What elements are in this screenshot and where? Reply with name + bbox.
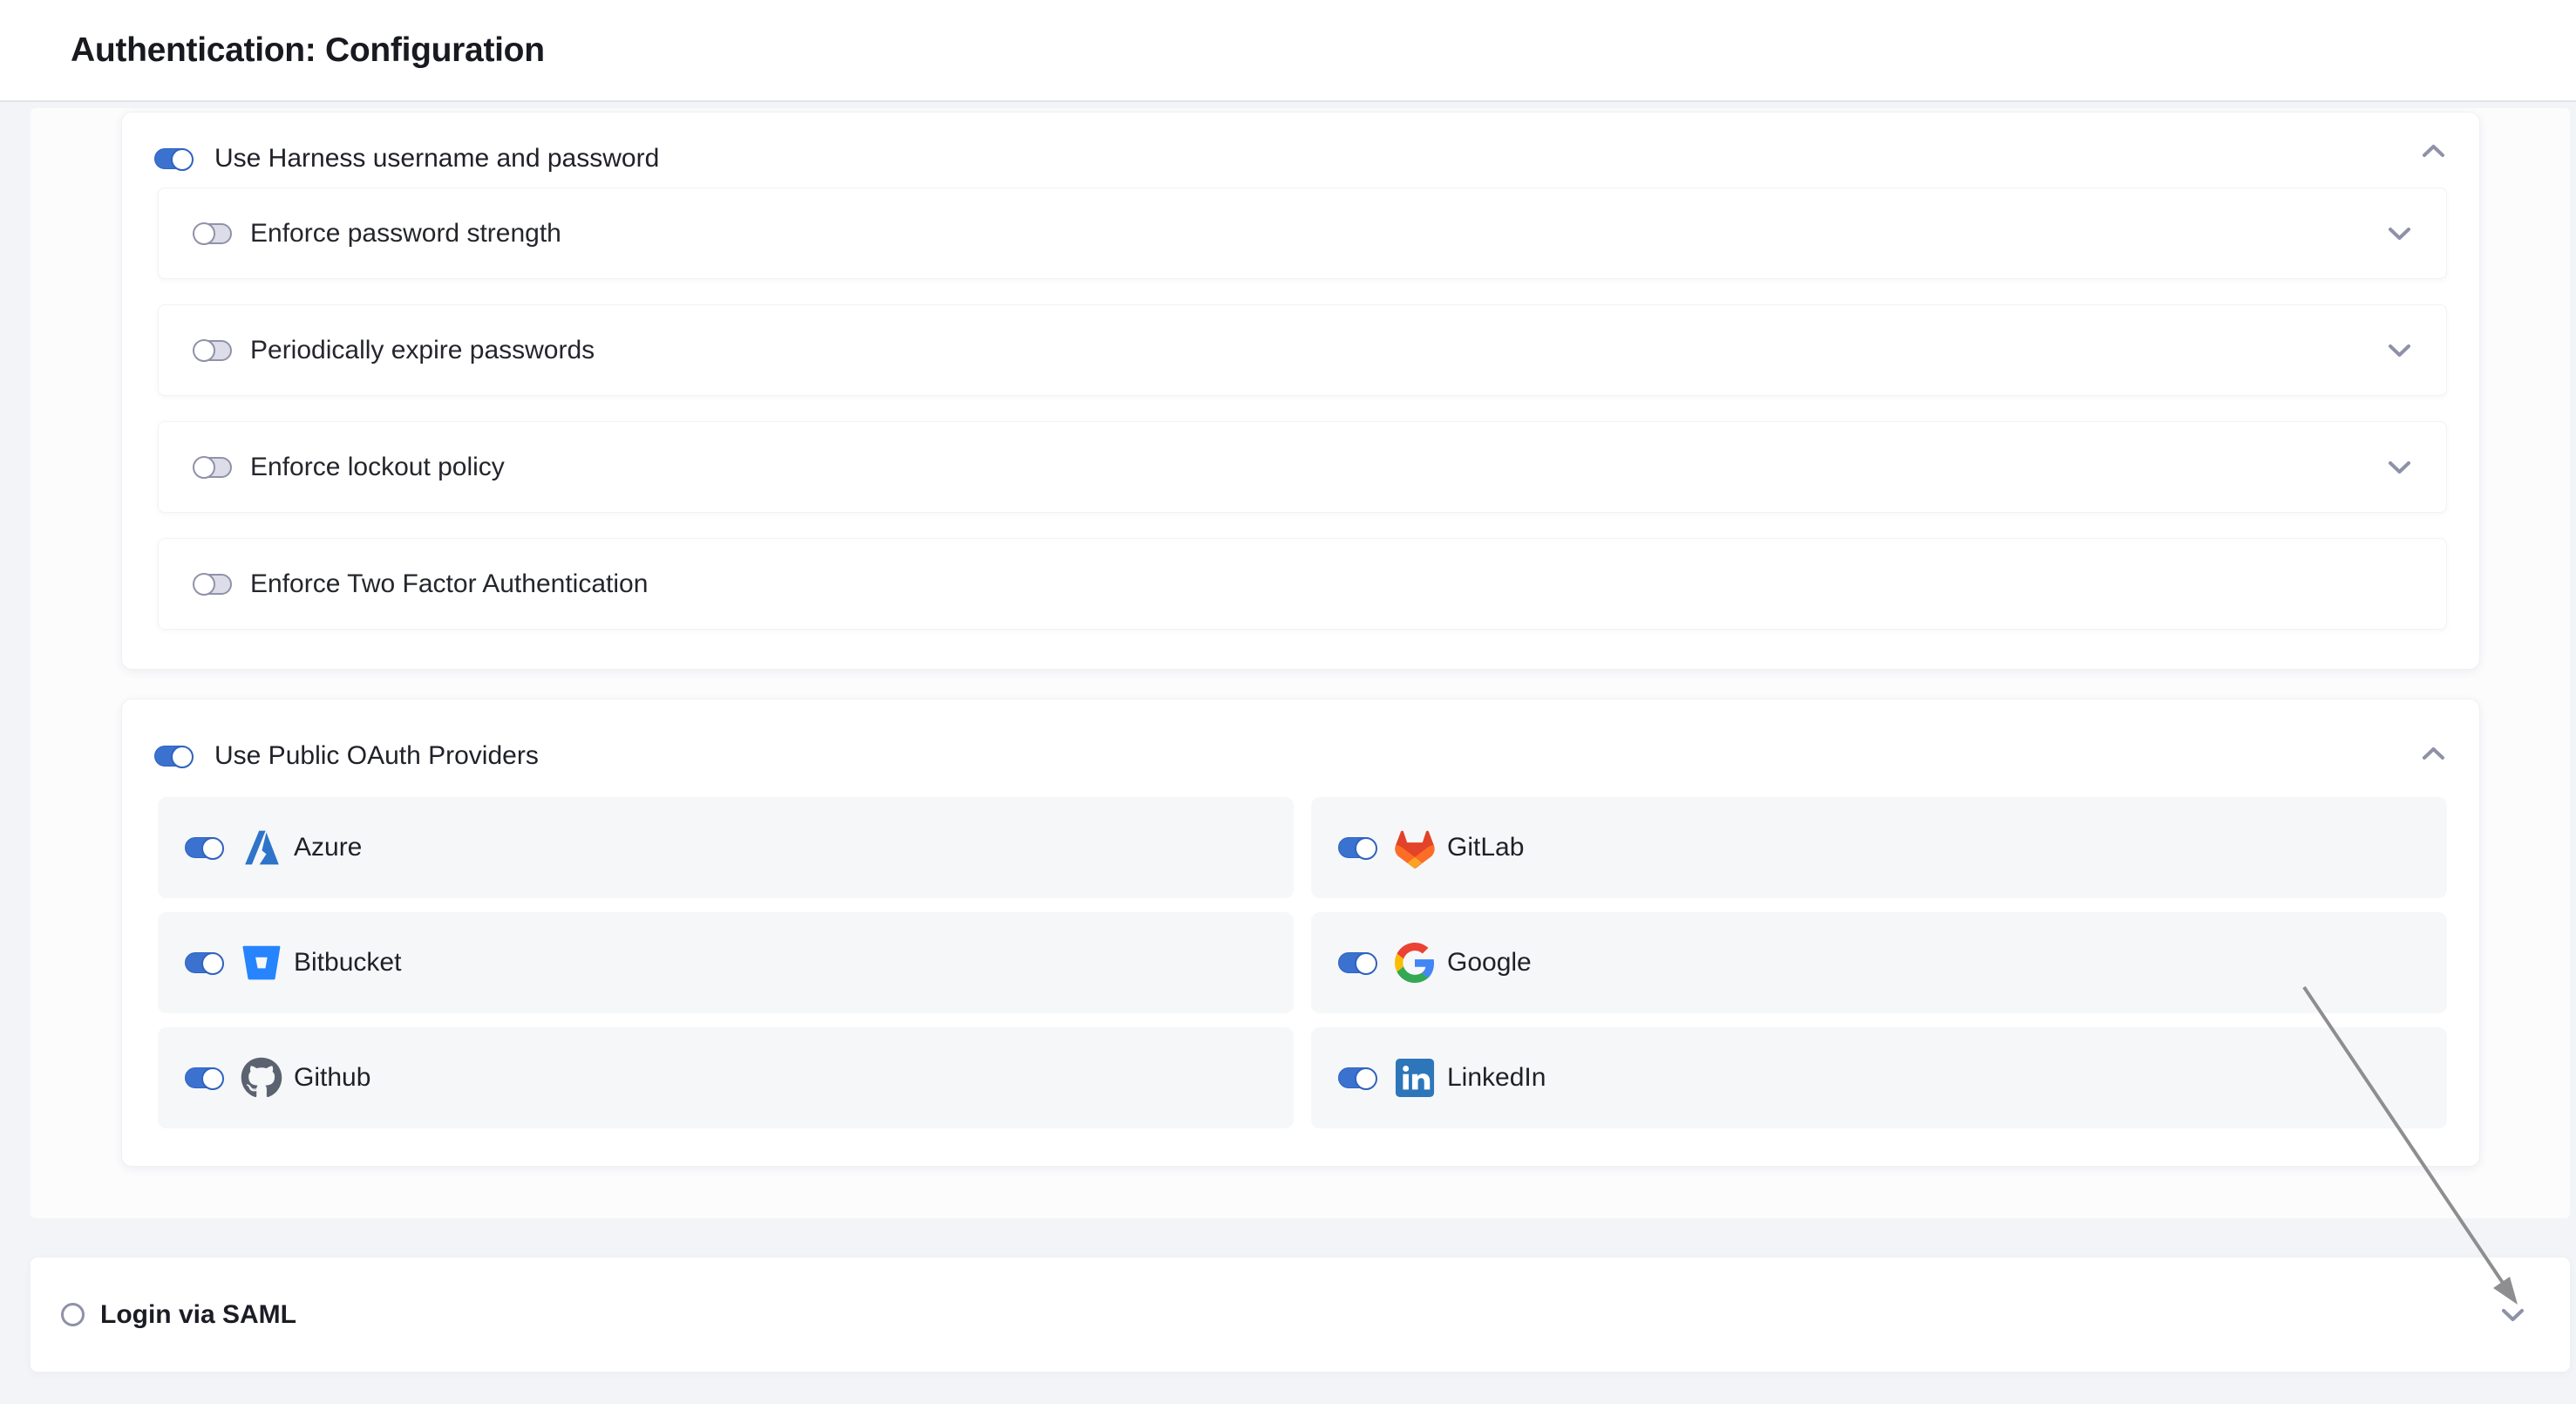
expand-saml-button[interactable] [2495,1298,2530,1332]
provider-tile-azure: Azure [158,797,1294,898]
policy-row-label: Enforce password strength [250,219,561,249]
bitbucket-toggle[interactable] [185,952,223,973]
toggle-knob [193,222,215,245]
toggle-knob [193,573,215,596]
saml-radio[interactable] [61,1303,85,1326]
toggle-knob [171,746,194,768]
provider-name: Github [294,1063,370,1093]
github-toggle[interactable] [185,1067,223,1088]
toggle-knob [193,456,215,479]
expand-row-button[interactable] [2388,460,2411,474]
chevron-down-icon [2388,227,2411,241]
provider-name: Azure [294,833,362,862]
google-icon [1394,942,1436,984]
provider-tile-google: Google [1311,912,2447,1013]
provider-name: Google [1447,948,1532,978]
chevron-down-icon [2388,344,2411,358]
policy-row-label: Enforce Two Factor Authentication [250,569,648,599]
collapse-section-button[interactable] [2416,736,2450,771]
oauth-providers-toggle[interactable] [154,746,193,767]
policy-row-label: Enforce lockout policy [250,453,505,482]
section-username-password-header: Use Harness username and password [122,112,2479,174]
provider-tile-linkedin: LinkedIn [1311,1027,2447,1128]
toggle-knob [1355,837,1377,860]
password-policy-rows: Enforce password strength Periodically e… [158,187,2447,655]
two-factor-toggle[interactable] [194,574,232,595]
toggle-knob [201,1067,224,1090]
page-header: Authentication: Configuration [0,0,2576,102]
oauth-provider-grid: Azure GitLab Bitbucket [158,797,2447,1128]
policy-row-label: Periodically expire passwords [250,336,595,365]
policy-row-lockout-policy: Enforce lockout policy [158,421,2447,513]
chevron-down-icon [2388,460,2411,474]
section-label: Use Public OAuth Providers [214,741,539,771]
lockout-policy-toggle[interactable] [194,457,232,478]
saml-login-row: Login via SAML [31,1257,2570,1372]
toggle-knob [1355,952,1377,975]
chevron-down-icon [2501,1308,2525,1322]
toggle-knob [201,837,224,860]
policy-row-expire-passwords: Periodically expire passwords [158,304,2447,396]
toggle-knob [1355,1067,1377,1090]
chevron-up-icon [2422,144,2445,158]
linkedin-icon [1394,1057,1436,1099]
saml-label: Login via SAML [100,1300,296,1330]
provider-tile-bitbucket: Bitbucket [158,912,1294,1013]
toggle-knob [193,339,215,362]
password-strength-toggle[interactable] [194,223,232,244]
section-oauth-providers: Use Public OAuth Providers Azure [121,699,2480,1167]
gitlab-toggle[interactable] [1338,837,1376,858]
toggle-knob [171,148,194,171]
provider-name: LinkedIn [1447,1063,1546,1093]
chevron-up-icon [2422,746,2445,760]
policy-row-password-strength: Enforce password strength [158,187,2447,279]
section-label: Use Harness username and password [214,144,659,174]
section-oauth-header: Use Public OAuth Providers [122,699,2479,771]
provider-tile-github: Github [158,1027,1294,1128]
expand-row-button[interactable] [2388,227,2411,241]
expire-passwords-toggle[interactable] [194,340,232,361]
expand-row-button[interactable] [2388,344,2411,358]
bitbucket-icon [241,942,282,984]
azure-toggle[interactable] [185,837,223,858]
toggle-knob [201,952,224,975]
linkedin-toggle[interactable] [1338,1067,1376,1088]
gitlab-icon [1394,827,1436,869]
provider-name: GitLab [1447,833,1524,862]
collapse-section-button[interactable] [2416,133,2450,168]
provider-name: Bitbucket [294,948,401,978]
policy-row-two-factor: Enforce Two Factor Authentication [158,538,2447,630]
google-toggle[interactable] [1338,952,1376,973]
section-username-password: Use Harness username and password Enforc… [121,112,2480,670]
azure-icon [241,827,282,869]
username-password-toggle[interactable] [154,148,193,169]
provider-tile-gitlab: GitLab [1311,797,2447,898]
page-title: Authentication: Configuration [71,31,545,70]
github-icon [241,1057,282,1099]
